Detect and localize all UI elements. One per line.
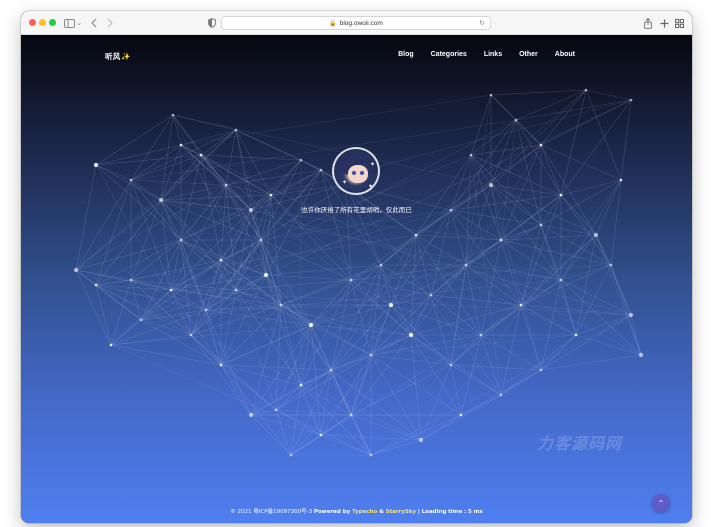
footer-copyright: © 2021	[230, 509, 252, 515]
nav-item-categories[interactable]: Categories	[431, 51, 467, 58]
avatar[interactable]: ✦ ✦ ✦	[332, 147, 380, 195]
lock-icon: 🔒	[329, 20, 337, 27]
footer-powered-by: Powered by	[313, 509, 351, 515]
scroll-to-top-button[interactable]: ⌃	[652, 494, 670, 512]
sidebar-icon[interactable]	[63, 16, 75, 30]
reload-icon[interactable]: ↻	[479, 19, 485, 27]
footer-icp-link[interactable]: 粤ICP备19097300号-3	[253, 509, 312, 515]
footer-separator: |	[417, 509, 420, 515]
browser-toolbar: ⌄ 🔒 blog.owoii.com ↻	[21, 11, 692, 35]
address-bar[interactable]: 🔒 blog.owoii.com ↻	[221, 16, 491, 30]
plus-icon[interactable]	[659, 16, 669, 30]
footer-typecho-link[interactable]: Typecho	[352, 509, 377, 515]
footer-loading-value: 5 ms	[467, 509, 483, 515]
site-footer: © 2021 粤ICP备19097300号-3 Powered by Typec…	[21, 507, 692, 515]
page-viewport: 听风✨ Blog Categories Links Other About ✦ …	[21, 35, 692, 523]
site-header: 听风✨ Blog Categories Links Other About	[21, 35, 692, 79]
footer-loading-label: Loading time	[421, 509, 463, 515]
chevron-down-icon[interactable]: ⌄	[76, 16, 82, 30]
sparkle-icon: ✨	[121, 52, 131, 61]
chevron-left-icon[interactable]	[89, 16, 99, 30]
arrow-up-icon: ⌃	[657, 498, 665, 508]
nav-item-about[interactable]: About	[555, 51, 575, 58]
chevron-right-icon[interactable]	[105, 16, 115, 30]
nav-item-links[interactable]: Links	[484, 51, 502, 58]
close-window-button[interactable]	[29, 19, 36, 26]
footer-theme-link[interactable]: StarrySky	[386, 509, 417, 515]
zoom-window-button[interactable]	[49, 19, 56, 26]
share-icon[interactable]	[643, 16, 653, 30]
nav-item-other[interactable]: Other	[519, 51, 538, 58]
nav-menu: Blog Categories Links Other About	[398, 51, 575, 58]
footer-amp: &	[379, 509, 384, 515]
brand-name: 听风	[105, 52, 121, 61]
footer-colon: :	[463, 509, 467, 515]
shield-icon[interactable]	[207, 16, 217, 30]
watermark: 力客源码网	[537, 434, 623, 453]
site-motto: 也许你厌倦了所有花里胡哨，仅此而已	[301, 206, 412, 214]
minimize-window-button[interactable]	[39, 19, 46, 26]
url-text: blog.owoii.com	[339, 19, 383, 27]
nav-item-blog[interactable]: Blog	[398, 51, 414, 58]
tabs-overview-icon[interactable]	[674, 16, 684, 30]
browser-window: ⌄ 🔒 blog.owoii.com ↻ 听风✨ Blog Categories…	[21, 11, 692, 523]
site-brand[interactable]: 听风✨	[105, 51, 131, 62]
